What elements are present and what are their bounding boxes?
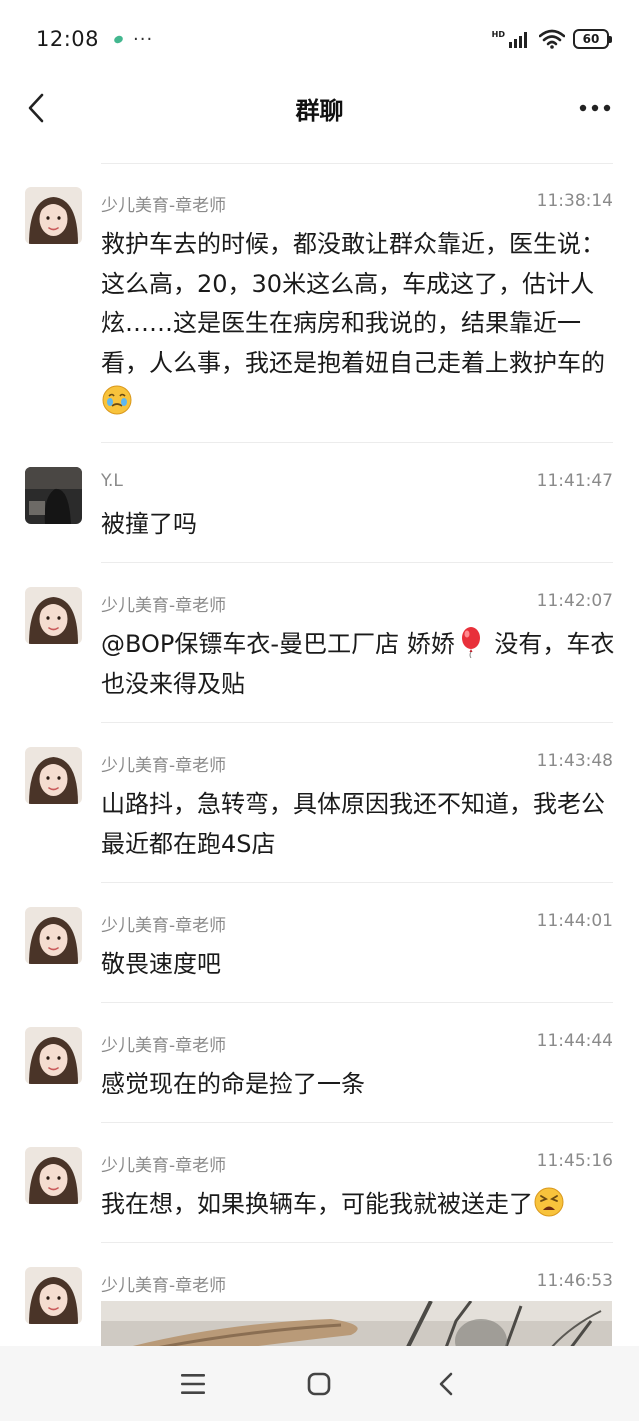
message-item[interactable]: 少儿美育-章老师 11:44:44 感觉现在的命是捡了一条	[0, 1003, 639, 1123]
message-item[interactable]: 少儿美育-章老师 11:38:14 救护车去的时候，都没敢让群众靠近，医生说：这…	[0, 163, 639, 443]
message-item[interactable]: Y.L 11:41:47 被撞了吗	[0, 443, 639, 563]
message-text: 山路抖，急转弯，具体原因我还不知道，我老公最近都在跑4S店	[101, 790, 605, 858]
menu-icon	[181, 1373, 206, 1394]
balloon-emoji-icon	[461, 627, 480, 658]
home-button[interactable]	[299, 1364, 339, 1404]
more-options-button[interactable]	[577, 92, 613, 124]
message-text: @BOP保镖车衣-曼巴工厂店 娇娇 没有，车衣也没来得及贴	[101, 625, 616, 704]
app-notification-icon	[112, 33, 125, 45]
sender-name: 少儿美育-章老师	[101, 596, 227, 616]
photo-attachment[interactable]	[101, 1301, 612, 1346]
message-text: 感觉现在的命是捡了一条	[101, 1070, 365, 1098]
sender-name: 少儿美育-章老师	[101, 1276, 227, 1296]
wifi-icon	[539, 29, 565, 49]
hd-label: HD	[491, 30, 505, 39]
home-square-icon	[308, 1372, 331, 1395]
message-time: 11:44:01	[536, 911, 613, 931]
tired-face-emoji-icon	[534, 1187, 564, 1217]
message-item[interactable]: 少儿美育-章老师 11:43:48 山路抖，急转弯，具体原因我还不知道，我老公最…	[0, 723, 639, 883]
sender-name: 少儿美育-章老师	[101, 1036, 227, 1056]
message-body: 我在想，如果换辆车，可能我就被送走了	[101, 1190, 533, 1218]
back-button[interactable]	[18, 88, 54, 128]
chevron-left-icon	[28, 93, 44, 123]
sender-name: 少儿美育-章老师	[101, 916, 227, 936]
mention-text[interactable]: @BOP保镖车衣-曼巴工厂店 娇娇	[101, 630, 455, 658]
system-navigation-bar	[0, 1346, 639, 1421]
sender-name: 少儿美育-章老师	[101, 196, 227, 216]
signal-icon	[509, 32, 527, 48]
message-time: 11:45:16	[536, 1151, 613, 1171]
sender-name: Y.L	[101, 471, 123, 491]
message-list[interactable]: 少儿美育-章老师 11:38:14 救护车去的时候，都没敢让群众靠近，医生说：这…	[0, 163, 639, 1346]
status-icons: HD 60	[491, 29, 612, 49]
message-time: 11:41:47	[536, 471, 613, 491]
message-time: 11:42:07	[536, 591, 613, 611]
more-dots-icon	[579, 104, 611, 112]
message-time: 11:38:14	[536, 191, 613, 211]
message-time: 11:44:44	[536, 1031, 613, 1051]
avatar[interactable]	[25, 587, 82, 644]
avatar[interactable]	[25, 1027, 82, 1084]
avatar[interactable]	[25, 1147, 82, 1204]
message-item[interactable]: 少儿美育-章老师 11:45:16 我在想，如果换辆车，可能我就被送走了	[0, 1123, 639, 1243]
system-back-button[interactable]	[426, 1364, 466, 1404]
more-notifications-icon: ···	[133, 28, 154, 50]
message-item[interactable]: 少儿美育-章老师 11:42:07 @BOP保镖车衣-曼巴工厂店 娇娇 没有，车…	[0, 563, 639, 723]
avatar[interactable]	[25, 467, 82, 524]
message-text: 被撞了吗	[101, 510, 197, 538]
status-bar: 12:08 ··· HD 60	[0, 0, 639, 78]
avatar[interactable]	[25, 747, 82, 804]
message-time: 11:43:48	[536, 751, 613, 771]
message-text: 敬畏速度吧	[101, 950, 221, 978]
avatar[interactable]	[25, 187, 82, 244]
message-item[interactable]: 少儿美育-章老师 11:44:01 敬畏速度吧	[0, 883, 639, 1003]
avatar[interactable]	[25, 1267, 82, 1324]
message-time: 11:46:53	[536, 1271, 613, 1291]
message-text: 救护车去的时候，都没敢让群众靠近，医生说：这么高，20，30米这么高，车成这了，…	[101, 225, 616, 423]
sender-name: 少儿美育-章老师	[101, 756, 227, 776]
message-text: 我在想，如果换辆车，可能我就被送走了	[101, 1185, 616, 1225]
battery-icon: 60	[573, 29, 612, 49]
status-time: 12:08	[36, 27, 100, 51]
menu-button[interactable]	[173, 1364, 213, 1404]
page-title: 群聊	[295, 96, 344, 125]
back-triangle-icon	[439, 1372, 453, 1395]
avatar[interactable]	[25, 907, 82, 964]
crying-face-emoji-icon	[102, 385, 132, 415]
sender-name: 少儿美育-章老师	[101, 1156, 227, 1176]
message-body: 救护车去的时候，都没敢让群众靠近，医生说：这么高，20，30米这么高，车成这了，…	[101, 230, 605, 377]
chat-header: 群聊	[0, 78, 639, 138]
